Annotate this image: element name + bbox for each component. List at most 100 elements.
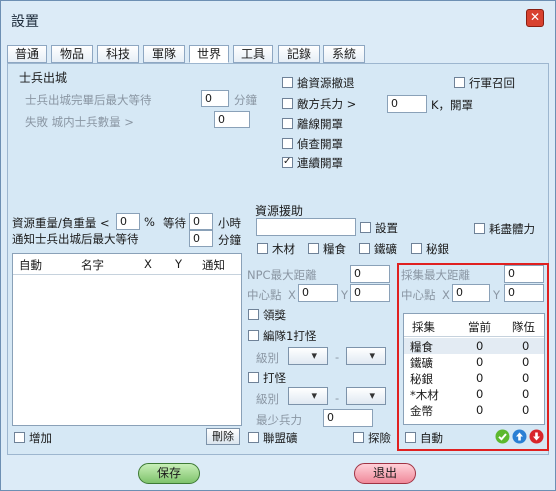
add-label: 增加 xyxy=(29,431,52,445)
gather-col-current[interactable]: 當前 xyxy=(468,319,491,335)
gather-auto-checkbox[interactable] xyxy=(405,432,416,443)
scout-shield-checkbox[interactable] xyxy=(282,138,293,149)
gather-row-team: 0 xyxy=(522,387,530,401)
fight-checkbox[interactable] xyxy=(248,372,259,383)
col-notify[interactable]: 通知 xyxy=(202,257,225,273)
gather-row-name: 秘銀 xyxy=(410,372,433,386)
move-down-icon[interactable] xyxy=(529,429,544,444)
table-row[interactable]: 糧食 0 0 xyxy=(404,338,544,354)
gather-x-input[interactable]: 0 xyxy=(452,284,490,302)
recall-march-checkbox[interactable] xyxy=(454,77,465,88)
close-button[interactable]: ✕ xyxy=(526,9,544,27)
aid-wood-label: 木材 xyxy=(272,242,295,256)
edit-fight-checkbox[interactable] xyxy=(248,330,259,341)
move-up-icon[interactable] xyxy=(512,429,527,444)
col-y[interactable]: Y xyxy=(175,257,182,271)
leave-shield-checkbox[interactable] xyxy=(282,118,293,129)
level1-min-dropdown[interactable] xyxy=(288,347,328,365)
tab-army[interactable]: 軍隊 xyxy=(143,45,185,63)
npc-max-dist-label: NPC最大距離 xyxy=(247,268,317,282)
stamina-checkbox[interactable] xyxy=(474,223,485,234)
gather-y-label: Y xyxy=(493,288,501,302)
col-x[interactable]: X xyxy=(144,257,152,271)
tab-general[interactable]: 普通 xyxy=(7,45,47,63)
tab-log[interactable]: 記錄 xyxy=(278,45,320,63)
gather-table[interactable]: 採集 當前 隊伍 糧食 0 0 鐵礦 0 0 秘銀 0 0 *木材 0 0 金幣… xyxy=(403,313,545,425)
resource-weight-input[interactable]: 0 xyxy=(116,213,140,230)
table-row[interactable]: *木材 0 0 xyxy=(404,386,544,402)
confirm-icon[interactable] xyxy=(495,429,510,444)
wait-hours-input[interactable]: 0 xyxy=(189,213,213,230)
gather-row-current: 0 xyxy=(476,387,484,401)
gather-col-team[interactable]: 隊伍 xyxy=(512,319,535,335)
aid-settings-checkbox[interactable] xyxy=(360,222,371,233)
notify-wait-label: 通知士兵出城后最大等待 xyxy=(12,232,139,246)
aid-target-input[interactable] xyxy=(256,218,356,236)
tab-tech[interactable]: 科技 xyxy=(97,45,139,63)
leave-shield-label: 離線開罩 xyxy=(297,117,343,131)
fail-soldier-label: 失敗 城内士兵數量 > xyxy=(25,115,134,129)
add-checkbox[interactable] xyxy=(14,432,25,443)
level2-dash: - xyxy=(335,391,340,405)
gather-center-label: 中心點 xyxy=(401,288,436,302)
gather-row-name: 鐵礦 xyxy=(410,356,433,370)
continuous-shield-checkbox[interactable] xyxy=(282,157,293,168)
edit-fight-label: 編隊1打怪 xyxy=(263,329,317,343)
gather-auto-label: 自動 xyxy=(420,431,443,445)
aid-food-checkbox[interactable] xyxy=(308,243,319,254)
delete-button[interactable]: 刪除 xyxy=(206,428,240,445)
enemy-force-label: 敵方兵力 > xyxy=(297,97,357,111)
npc-x-input[interactable]: 0 xyxy=(298,284,338,302)
tab-world[interactable]: 世界 xyxy=(189,45,229,63)
grab-retreat-checkbox[interactable] xyxy=(282,77,293,88)
tab-items[interactable]: 物品 xyxy=(51,45,93,63)
gather-col-type[interactable]: 採集 xyxy=(412,319,435,335)
wait-label: 等待 xyxy=(163,216,186,230)
gather-row-team: 0 xyxy=(522,355,530,369)
col-name[interactable]: 名字 xyxy=(81,257,104,273)
gather-row-team: 0 xyxy=(522,339,530,353)
fail-soldier-input[interactable]: 0 xyxy=(214,111,250,128)
aid-heading: 資源援助 xyxy=(255,204,304,218)
gather-max-dist-input[interactable]: 0 xyxy=(504,265,544,283)
soldier-out-wait-unit: 分鐘 xyxy=(234,93,257,107)
window-title: 設置 xyxy=(11,14,39,30)
enemy-force-input[interactable]: 0 xyxy=(387,95,427,113)
level1-max-dropdown[interactable] xyxy=(346,347,386,365)
level2-label: 級別 xyxy=(256,392,279,406)
table-row[interactable]: 秘銀 0 0 xyxy=(404,370,544,386)
target-table[interactable]: 自動 名字 X Y 通知 xyxy=(12,253,242,426)
npc-y-input[interactable]: 0 xyxy=(350,284,390,302)
npc-max-dist-input[interactable]: 0 xyxy=(350,265,390,283)
exit-button[interactable]: 退出 xyxy=(354,463,416,484)
level1-dash: - xyxy=(335,350,340,364)
col-auto[interactable]: 自動 xyxy=(19,257,42,273)
scout-shield-label: 偵查開罩 xyxy=(297,137,343,151)
stamina-label: 耗盡體力 xyxy=(489,222,535,236)
min-force-input[interactable]: 0 xyxy=(323,409,373,427)
npc-y-label: Y xyxy=(341,288,349,302)
reward-checkbox[interactable] xyxy=(248,309,259,320)
alliance-mine-checkbox[interactable] xyxy=(248,432,259,443)
gather-row-name: *木材 xyxy=(410,388,439,402)
soldier-out-wait-input[interactable]: 0 xyxy=(201,90,229,107)
settings-window: 設置 ✕ 普通 物品 科技 軍隊 世界 工具 記錄 系統 士兵出城 士兵出城完畢… xyxy=(0,0,556,491)
table-row[interactable]: 鐵礦 0 0 xyxy=(404,354,544,370)
aid-iron-checkbox[interactable] xyxy=(359,243,370,254)
aid-wood-checkbox[interactable] xyxy=(257,243,268,254)
level2-min-dropdown[interactable] xyxy=(288,387,328,405)
tab-tools[interactable]: 工具 xyxy=(233,45,273,63)
fight-label: 打怪 xyxy=(263,371,286,385)
save-button[interactable]: 保存 xyxy=(138,463,200,484)
notify-wait-input[interactable]: 0 xyxy=(189,230,213,247)
explore-checkbox[interactable] xyxy=(353,432,364,443)
enemy-force-checkbox[interactable] xyxy=(282,98,293,109)
grab-retreat-label: 搶資源撤退 xyxy=(297,76,355,90)
aid-silver-checkbox[interactable] xyxy=(411,243,422,254)
table-row[interactable]: 金幣 0 0 xyxy=(404,402,544,418)
tab-system[interactable]: 系統 xyxy=(323,45,365,63)
explore-label: 探險 xyxy=(368,431,391,445)
level2-max-dropdown[interactable] xyxy=(346,387,386,405)
gather-y-input[interactable]: 0 xyxy=(504,284,544,302)
gather-row-team: 0 xyxy=(522,371,530,385)
